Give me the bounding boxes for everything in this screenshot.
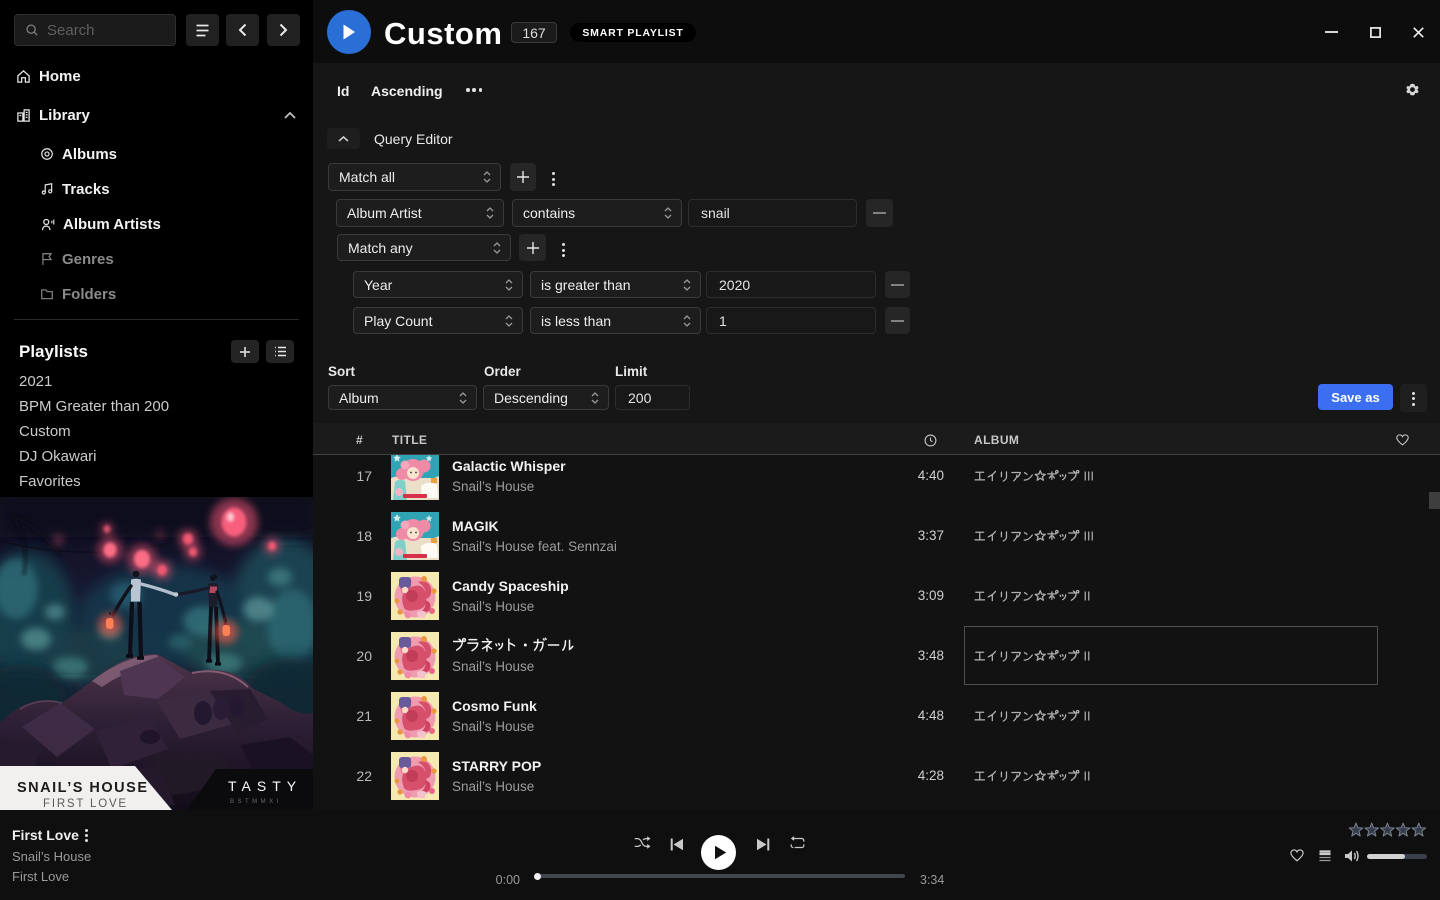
svg-text:II: II — [1084, 770, 1091, 784]
svg-text:SNAIL’S HOUSE: SNAIL’S HOUSE — [17, 780, 149, 796]
svg-text:II: II — [1084, 650, 1091, 664]
svg-text:III: III — [1084, 470, 1094, 484]
svg-text:FIRST LOVE: FIRST LOVE — [43, 798, 128, 810]
svg-text:III: III — [1084, 530, 1094, 544]
svg-text:BSTMMXI: BSTMMXI — [230, 799, 282, 805]
svg-text:II: II — [1084, 590, 1091, 604]
svg-text:II: II — [1084, 710, 1091, 724]
svg-text:TASTY: TASTY — [228, 778, 302, 794]
